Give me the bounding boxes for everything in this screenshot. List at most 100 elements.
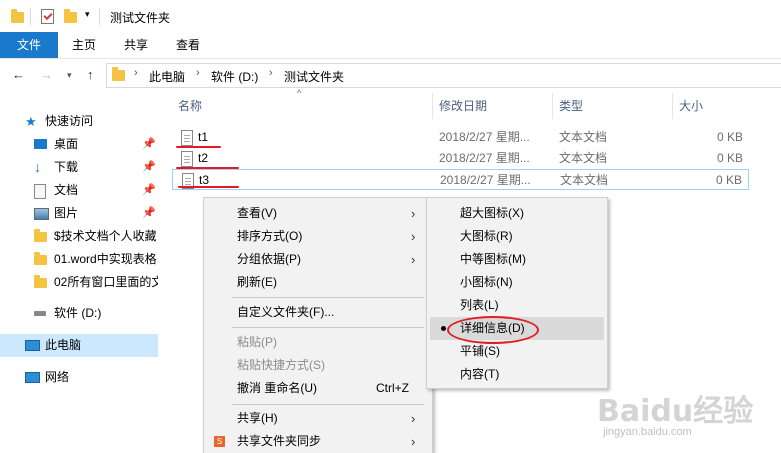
breadcrumb-drive[interactable]: 软件 (D:)	[211, 68, 258, 85]
sidebar-item-folder[interactable]: $技术文档个人收藏	[0, 225, 158, 248]
new-folder-icon[interactable]	[64, 9, 77, 23]
menu-separator	[232, 297, 424, 298]
breadcrumb-separator-icon[interactable]: ›	[269, 67, 273, 79]
table-row[interactable]: t3 2018/2/27 星期... 文本文档 0 KB	[172, 169, 749, 190]
star-icon: ★	[25, 114, 37, 129]
back-arrow-icon[interactable]: ←	[12, 67, 25, 82]
forward-arrow-icon[interactable]: →	[40, 67, 53, 82]
folder-icon	[11, 9, 24, 23]
view-submenu: 超大图标(X) 大图标(R) 中等图标(M) 小图标(N) 列表(L) 详细信息…	[426, 197, 608, 389]
folder-icon	[34, 252, 47, 265]
sidebar-item-pictures[interactable]: 图片 📌	[0, 202, 158, 225]
watermark: Baidu经验 jingyan.baidu.com	[597, 386, 767, 446]
menu-item-group[interactable]: 分组依据(P) ›	[204, 248, 432, 271]
drive-icon	[34, 311, 46, 316]
breadcrumb-separator-icon[interactable]: ›	[196, 67, 200, 79]
menu-item-content[interactable]: 内容(T)	[427, 363, 607, 386]
menu-item-refresh[interactable]: 刷新(E)	[204, 271, 432, 294]
divider	[99, 8, 100, 25]
menu-item-sort[interactable]: 排序方式(O) ›	[204, 225, 432, 248]
menu-item-small-icons[interactable]: 小图标(N)	[427, 271, 607, 294]
menu-item-paste[interactable]: 粘贴(P)	[204, 331, 432, 354]
column-header-type[interactable]: 类型	[559, 93, 583, 119]
sidebar-item-documents[interactable]: 文档 📌	[0, 179, 158, 202]
pin-icon[interactable]: 📌	[142, 156, 156, 179]
sidebar-item-downloads[interactable]: ↓ 下载 📌	[0, 156, 158, 179]
network-icon	[25, 372, 40, 383]
breadcrumb-this-pc[interactable]: 此电脑	[149, 68, 185, 85]
tab-home[interactable]: 主页	[64, 32, 104, 58]
column-divider[interactable]	[432, 93, 433, 119]
column-header-name[interactable]: 名称	[178, 93, 202, 119]
menu-item-tiles[interactable]: 平铺(S)	[427, 340, 607, 363]
menu-item-view[interactable]: 查看(V) ›	[204, 202, 432, 225]
sync-icon: S	[214, 436, 225, 447]
submenu-arrow-icon: ›	[411, 206, 416, 221]
submenu-arrow-icon: ›	[411, 252, 416, 267]
tab-file[interactable]: 文件	[0, 32, 58, 58]
pin-icon[interactable]: 📌	[142, 179, 156, 202]
up-arrow-icon[interactable]: ↑	[87, 67, 94, 82]
folder-icon	[34, 275, 47, 288]
menu-item-extra-large-icons[interactable]: 超大图标(X)	[427, 202, 607, 225]
menu-item-list[interactable]: 列表(L)	[427, 294, 607, 317]
window-title: 测试文件夹	[110, 11, 171, 25]
folder-icon	[34, 229, 47, 242]
recent-locations-icon[interactable]: ▾	[67, 70, 72, 81]
annotation-underline	[176, 146, 221, 148]
submenu-arrow-icon: ›	[411, 411, 416, 426]
annotation-underline	[178, 186, 239, 188]
submenu-arrow-icon: ›	[411, 229, 416, 244]
column-divider[interactable]	[552, 93, 553, 119]
menu-separator	[232, 404, 424, 405]
table-row[interactable]: t1 2018/2/27 星期... 文本文档 0 KB	[172, 127, 749, 148]
title-bar: ▾ 测试文件夹	[0, 0, 781, 32]
computer-icon	[25, 340, 40, 351]
watermark-brand: Baidu经验	[597, 394, 754, 429]
text-file-icon	[181, 130, 193, 146]
sidebar-item-network[interactable]: 网络	[0, 366, 158, 389]
divider	[30, 8, 31, 25]
sidebar-item-drive[interactable]: 软件 (D:)	[0, 302, 158, 325]
menu-item-medium-icons[interactable]: 中等图标(M)	[427, 248, 607, 271]
menu-item-undo-rename[interactable]: 撤消 重命名(U) Ctrl+Z	[204, 377, 432, 400]
context-menu: 查看(V) › 排序方式(O) › 分组依据(P) › 刷新(E) 自定义文件夹…	[203, 197, 433, 453]
properties-icon[interactable]	[41, 9, 54, 24]
menu-item-sync[interactable]: S 共享文件夹同步 ›	[204, 430, 432, 453]
download-icon: ↓	[34, 159, 41, 175]
navigation-pane: ★ 快速访问 桌面 📌 ↓ 下载 📌 文档 📌 图片 📌 $技术文档个人收藏 0…	[0, 91, 158, 452]
sidebar-item-desktop[interactable]: 桌面 📌	[0, 133, 158, 156]
menu-item-paste-shortcut[interactable]: 粘贴快捷方式(S)	[204, 354, 432, 377]
annotation-underline	[176, 167, 239, 169]
column-header-size[interactable]: 大小	[679, 93, 703, 119]
ribbon-tabs: 文件 主页 共享 查看	[0, 32, 781, 59]
table-row[interactable]: t2 2018/2/27 星期... 文本文档 0 KB	[172, 148, 749, 169]
address-bar[interactable]: › 此电脑 › 软件 (D:) › 测试文件夹	[106, 63, 781, 88]
desktop-icon	[34, 139, 47, 149]
picture-icon	[34, 208, 49, 220]
sidebar-item-quick-access[interactable]: ★ 快速访问	[0, 110, 158, 133]
sidebar-item-folder[interactable]: 02所有窗口里面的文	[0, 271, 158, 294]
sidebar-item-this-pc[interactable]: 此电脑	[0, 334, 158, 357]
text-file-icon	[181, 151, 193, 167]
folder-icon	[112, 67, 125, 81]
tab-view[interactable]: 查看	[168, 32, 208, 58]
shortcut-label: Ctrl+Z	[376, 381, 409, 395]
radio-selected-icon	[441, 326, 446, 331]
pin-icon[interactable]: 📌	[142, 133, 156, 156]
submenu-arrow-icon: ›	[411, 434, 416, 449]
breadcrumb-folder[interactable]: 测试文件夹	[284, 68, 344, 85]
document-icon	[34, 184, 46, 199]
customize-toolbar-icon[interactable]: ▾	[85, 9, 90, 20]
pin-icon[interactable]: 📌	[142, 202, 156, 225]
menu-item-share[interactable]: 共享(H) ›	[204, 407, 432, 430]
sort-indicator-icon: ^	[297, 88, 302, 98]
breadcrumb-separator-icon[interactable]: ›	[134, 67, 138, 79]
menu-item-customize-folder[interactable]: 自定义文件夹(F)...	[204, 301, 432, 324]
column-header-date[interactable]: 修改日期	[439, 93, 487, 119]
watermark-url: jingyan.baidu.com	[603, 426, 692, 438]
menu-item-large-icons[interactable]: 大图标(R)	[427, 225, 607, 248]
column-divider[interactable]	[672, 93, 673, 119]
tab-share[interactable]: 共享	[116, 32, 156, 58]
sidebar-item-folder[interactable]: 01.word中实现表格	[0, 248, 158, 271]
